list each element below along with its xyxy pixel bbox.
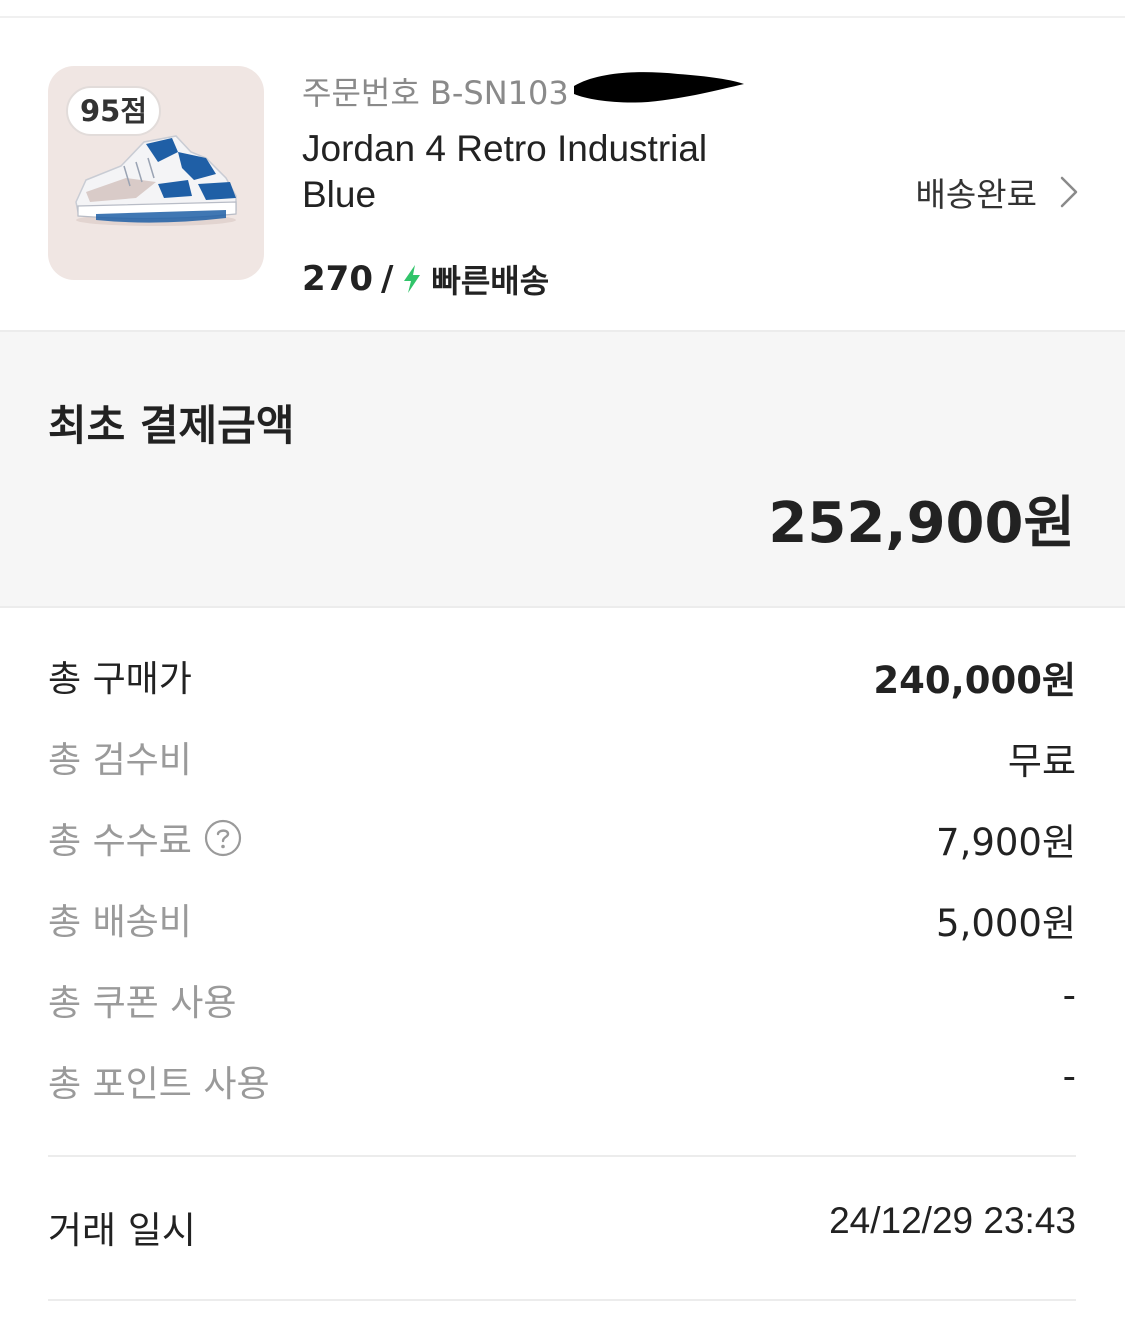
section-divider xyxy=(48,1155,1076,1157)
breakdown-row-coupon: 총 쿠폰 사용 - xyxy=(48,964,1076,1045)
purchase-price-label: 총 구매가 xyxy=(48,659,192,700)
size-label: 270 xyxy=(302,259,373,299)
lightning-bolt-icon xyxy=(404,265,421,293)
sneaker-image xyxy=(75,135,237,226)
transaction-label: 거래 일시 xyxy=(48,1209,196,1252)
coupon-value: - xyxy=(1062,974,1076,1017)
order-number: 주문번호 B-SN103 xyxy=(302,74,569,112)
chevron-right-icon xyxy=(1060,176,1078,208)
bottom-divider xyxy=(48,1299,1076,1301)
product-name: Jordan 4 Retro Industrial Blue xyxy=(302,128,708,215)
help-icon[interactable] xyxy=(204,819,242,857)
commission-value: 7,900원 xyxy=(936,821,1076,864)
coupon-label: 총 쿠폰 사용 xyxy=(48,983,237,1024)
breakdown-row-points: 총 포인트 사용 - xyxy=(48,1045,1076,1126)
delivery-status-link[interactable]: 배송완료 xyxy=(916,168,1079,216)
shipping-fee-value: 5,000원 xyxy=(936,902,1076,945)
inspection-fee-value: 무료 xyxy=(1007,740,1076,783)
meta-separator: / xyxy=(380,259,394,299)
shipping-fee-label: 총 배송비 xyxy=(48,902,192,943)
transaction-row: 거래 일시 24/12/29 23:43 xyxy=(48,1200,1076,1260)
order-detail-page: 95점 주문번호 B-SN103 Jordan 4 Retro Industri… xyxy=(0,0,1125,1341)
initial-payment-section: 최초 결제금액 252,900원 xyxy=(0,330,1125,608)
initial-payment-title: 최초 결제금액 xyxy=(48,401,295,450)
price-breakdown: 총 구매가 240,000원 총 검수비 무료 총 수수료 7,900원 총 배… xyxy=(48,640,1076,1126)
breakdown-row-inspection-fee: 총 검수비 무료 xyxy=(48,721,1076,802)
breakdown-row-shipping-fee: 총 배송비 5,000원 xyxy=(48,883,1076,964)
shipping-type-label: 빠른배송 xyxy=(431,262,550,300)
redaction-mark xyxy=(574,72,744,103)
breakdown-row-purchase-price: 총 구매가 240,000원 xyxy=(48,640,1076,721)
product-thumbnail[interactable]: 95점 xyxy=(48,66,264,280)
inspection-fee-label: 총 검수비 xyxy=(48,740,192,781)
commission-label-wrap: 총 수수료 xyxy=(48,812,242,864)
commission-label: 총 수수료 xyxy=(48,821,192,862)
delivery-status-label: 배송완료 xyxy=(915,175,1037,214)
purchase-price-value: 240,000원 xyxy=(873,659,1076,702)
initial-payment-amount: 252,900원 xyxy=(768,491,1075,556)
transaction-datetime: 24/12/29 23:43 xyxy=(829,1200,1076,1241)
points-label: 총 포인트 사용 xyxy=(48,1064,270,1105)
product-meta: 270 / 빠른배송 xyxy=(302,256,549,302)
product-card[interactable]: 95점 주문번호 B-SN103 Jordan 4 Retro Industri… xyxy=(0,18,1125,330)
points-value: - xyxy=(1062,1055,1076,1098)
breakdown-row-commission: 총 수수료 7,900원 xyxy=(48,802,1076,883)
